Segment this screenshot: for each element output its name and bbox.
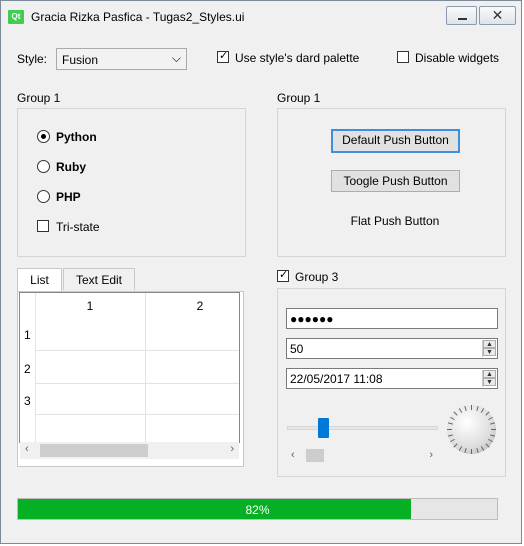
radio-php[interactable] [37, 190, 50, 203]
spin-up-icon[interactable]: ▲ [483, 370, 496, 378]
row-header[interactable]: 1 [24, 328, 31, 342]
group1-left-title: Group 1 [17, 91, 61, 105]
qt-logo-icon: Qt [8, 10, 24, 24]
datetime-spin-buttons[interactable]: ▲ ▼ [482, 370, 496, 387]
group3-horizontal-scrollbar[interactable]: ‹ › [287, 449, 437, 462]
chevron-left-icon[interactable]: ‹ [25, 443, 29, 455]
dial-notch [450, 416, 455, 421]
dial-notch [464, 448, 467, 454]
dial-notch [450, 438, 455, 443]
radio-ruby[interactable] [37, 160, 50, 173]
close-button[interactable]: ✕ [479, 6, 516, 25]
style-label: Style: [17, 52, 48, 66]
grid-line [35, 350, 239, 351]
dial-notch [476, 448, 479, 454]
style-combobox[interactable]: Fusion ⌵ [56, 48, 187, 70]
style-combobox-value: Fusion [62, 53, 99, 67]
close-icon: ✕ [491, 7, 504, 23]
group3-checkbox[interactable] [277, 268, 289, 282]
dial-notch [471, 449, 472, 454]
default-push-button[interactable]: Default Push Button [331, 129, 460, 153]
dial-notch [488, 416, 493, 421]
group1-left-box [17, 108, 246, 257]
window-title: Gracia Rizka Pasfica - Tugas2_Styles.ui [31, 10, 245, 24]
datetime-edit[interactable]: 22/05/2017 11:08 ▲ ▼ [286, 368, 498, 389]
minimize-button[interactable] [446, 6, 477, 25]
row-header[interactable]: 3 [24, 394, 31, 408]
flat-push-button[interactable]: Flat Push Button [330, 214, 460, 228]
radio-python[interactable] [37, 130, 50, 143]
progress-label: 82% [245, 503, 270, 517]
chevron-left-icon[interactable]: ‹ [291, 449, 295, 461]
dial-notch [488, 438, 493, 443]
datetime-value: 22/05/2017 11:08 [290, 372, 383, 386]
tristate-label: Tri-state [56, 220, 100, 234]
column-header[interactable]: 1 [35, 299, 145, 313]
dial-notch [490, 422, 496, 425]
dial-notch [480, 446, 485, 451]
dial-notch [484, 411, 490, 417]
dial-notch [458, 408, 463, 413]
dial-notch [447, 434, 453, 437]
password-field[interactable]: ●●●●●● [286, 308, 498, 329]
column-header[interactable]: 2 [145, 299, 239, 313]
spin-buttons[interactable]: ▲ ▼ [482, 340, 496, 357]
row-header[interactable]: 2 [24, 362, 31, 376]
grid-line [35, 414, 239, 415]
password-value: ●●●●●● [290, 312, 334, 326]
spinbox-value: 50 [290, 342, 304, 356]
chevron-down-icon: ⌵ [171, 51, 181, 65]
scrollbar-thumb[interactable] [40, 444, 148, 457]
grid-line [145, 293, 146, 442]
spinbox[interactable]: 50 ▲ ▼ [286, 338, 498, 359]
grid-line [35, 293, 36, 442]
palette-checkbox-label: Use style's dard palette [235, 51, 360, 65]
disable-widgets-label: Disable widgets [415, 51, 500, 65]
dial-knob[interactable] [447, 405, 496, 454]
dial-notch [480, 408, 485, 413]
radio-ruby-label: Ruby [56, 160, 86, 174]
group3-title: Group 3 [295, 270, 339, 284]
slider-handle[interactable] [317, 418, 329, 438]
dial-notch [453, 411, 459, 417]
tristate-checkbox[interactable] [37, 220, 49, 232]
spin-down-icon[interactable]: ▼ [483, 378, 496, 386]
dial-notch [491, 429, 496, 430]
toggle-push-button[interactable]: Toogle Push Button [331, 170, 460, 192]
dial-notch [458, 446, 463, 451]
chevron-right-icon[interactable]: › [230, 443, 234, 455]
list-table[interactable]: 1 2 1 2 3 [19, 292, 240, 443]
tab-list[interactable]: List [17, 268, 62, 292]
tab-text-edit[interactable]: Text Edit [63, 268, 135, 290]
palette-checkbox[interactable] [217, 49, 229, 63]
dial-notch [484, 442, 490, 448]
group1-right-title: Group 1 [277, 91, 321, 105]
dial-notch [464, 405, 467, 411]
title-bar[interactable]: Qt Gracia Rizka Pasfica - Tugas2_Styles.… [1, 1, 521, 31]
radio-python-label: Python [56, 130, 97, 144]
dial-notch [447, 422, 453, 425]
radio-php-label: PHP [56, 190, 81, 204]
grid-line [35, 383, 239, 384]
dial-notch [447, 429, 452, 430]
spin-up-icon[interactable]: ▲ [483, 340, 496, 348]
scrollbar-thumb[interactable] [306, 449, 324, 462]
dial-notch [476, 405, 479, 411]
progress-bar: 82% [17, 498, 498, 520]
slider-track[interactable] [287, 426, 438, 430]
table-horizontal-scrollbar[interactable]: ‹ › [20, 442, 239, 459]
dial-notch [453, 442, 459, 448]
dial-notch [490, 434, 496, 437]
dial-notch [471, 405, 472, 410]
disable-widgets-checkbox[interactable] [397, 51, 409, 63]
spin-down-icon[interactable]: ▼ [483, 348, 496, 356]
chevron-right-icon[interactable]: › [429, 449, 433, 461]
